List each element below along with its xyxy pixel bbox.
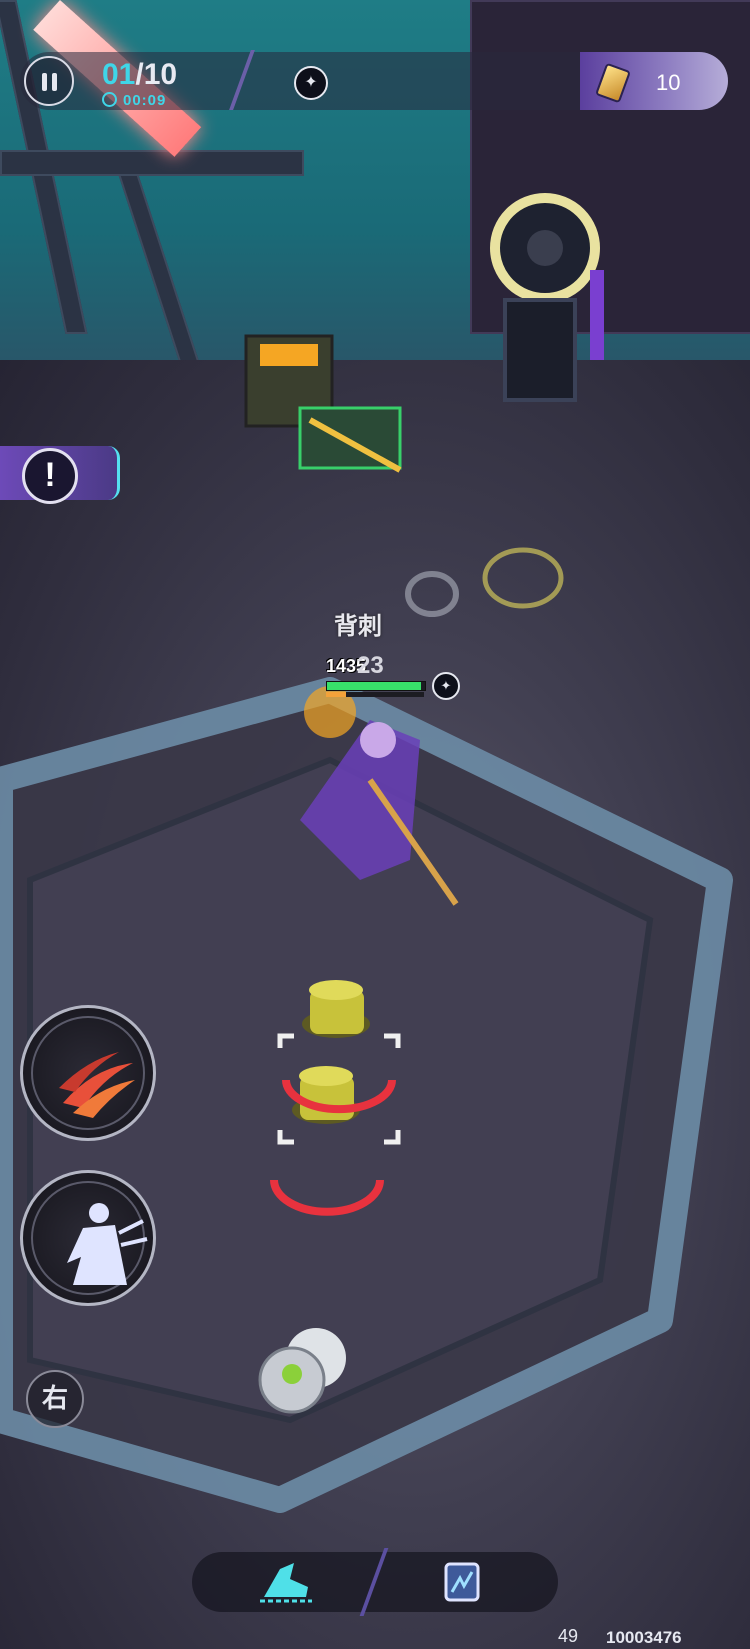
pause-icon (42, 73, 47, 91)
switch-side-button[interactable]: 右 (26, 1370, 84, 1428)
stopwatch-icon (102, 92, 117, 107)
wave-counter: 01/10 (102, 58, 178, 91)
pause-button[interactable] (24, 56, 74, 106)
dash-skill-icon (67, 1203, 148, 1285)
player-energy-bar (326, 692, 424, 697)
slash-skill-button[interactable] (20, 1005, 156, 1141)
card-icon[interactable] (442, 1560, 482, 1604)
backstab-label: 背刺 (334, 613, 382, 640)
stage-timer: 00:09 (102, 92, 166, 109)
fps-counter: 49 (558, 1626, 579, 1646)
hp-fill (327, 682, 422, 690)
speed-boots-icon[interactable] (256, 1557, 316, 1607)
currency-value: 10 (656, 70, 681, 95)
dash-skill-button[interactable] (20, 1170, 156, 1306)
arena-geometry (0, 193, 733, 1513)
slash-skill-icon (59, 1052, 135, 1118)
exclamation-alert-icon[interactable]: ! (22, 448, 78, 504)
boss-tracker-icon[interactable]: ✦ (294, 66, 328, 100)
game-scene (0, 0, 750, 1649)
pause-icon (52, 73, 57, 91)
user-id: 10003476 (606, 1628, 682, 1647)
player-hp-bar (326, 681, 426, 691)
energy-fill (326, 692, 346, 697)
damage-number: 23 (357, 652, 384, 679)
target-marker-icon: ✦ (432, 672, 460, 700)
